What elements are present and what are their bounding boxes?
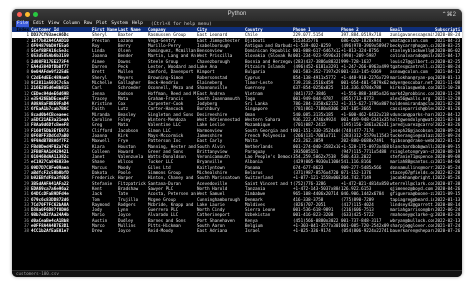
table-cell: 4CC1b2AfEaE01e7 [31,228,69,234]
table-cell: bauerkaren@shepard-morgan.com [390,228,434,234]
table-cell: Reid-Moody [148,228,174,234]
table-cell: 2020-07-26 [435,228,461,234]
table-cell: (054)806-9224x22741 [341,228,389,234]
terminal-window: Python ⌃⌘2 File Edit View Column Row Plot Syst… [12,9,462,277]
table-cell: +1-025-336-9174 [293,228,331,234]
status-bar: customers-100.csv [12,270,462,277]
menu-help-hint: (Ctrl+X for help menu) [150,21,212,27]
window-title: Python [227,11,247,17]
table-cell: Israel [245,228,261,234]
table-cell: 38 [23,228,29,234]
table-cell: Drew [92,228,103,234]
title-bar: Python ⌃⌘2 [12,9,462,21]
table-cell: East Adriana [197,228,228,234]
data-table: Index Customer Id First Name Last Name Compa… [12,27,462,234]
window-shortcut: ⌃⌘2 [441,12,456,18]
table-cell: Joyce [118,228,131,234]
status-filename: customers-100.csv [16,271,59,276]
table-row[interactable]: 38 4CC1b2AfEaE01e7 Drew Joyce Reid-Moody East… [12,228,462,233]
